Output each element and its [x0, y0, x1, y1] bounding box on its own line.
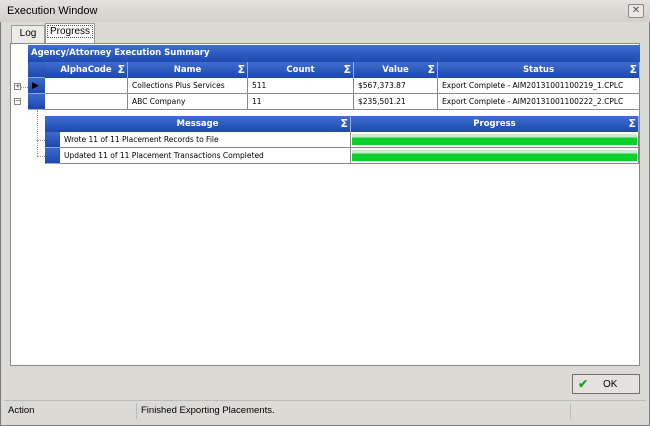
sigma-icon[interactable]: Σ — [237, 62, 245, 78]
table-cell-alphacode[interactable] — [45, 78, 128, 94]
table-cell-value[interactable]: $235,501.21 — [354, 94, 438, 110]
column-header-status[interactable]: Status Σ — [438, 62, 640, 78]
status-bar: Action Finished Exporting Placements. — [4, 400, 646, 420]
header-label: Value — [382, 65, 409, 75]
collapse-icon[interactable]: − — [14, 98, 21, 105]
status-divider — [136, 403, 137, 419]
table-cell-count[interactable]: 511 — [248, 78, 354, 94]
table-cell-message[interactable]: Updated 11 of 11 Placement Transactions … — [60, 148, 351, 164]
tab-label: Progress — [46, 25, 93, 38]
sigma-icon[interactable]: Σ — [427, 62, 435, 78]
sigma-icon[interactable]: Σ — [629, 62, 637, 78]
column-header-progress[interactable]: Progress Σ — [351, 116, 639, 132]
status-label: Action — [8, 405, 35, 416]
progress-bar — [351, 148, 639, 164]
table-cell-name[interactable]: Collections Plus Services — [128, 78, 248, 94]
tree-connector — [37, 140, 45, 141]
window-title: Execution Window — [7, 5, 98, 17]
progress-fill — [352, 134, 637, 145]
status-message: Finished Exporting Placements. — [141, 405, 275, 416]
table-cell-status[interactable]: Export Complete - AIM20131001100219_1.CP… — [438, 78, 640, 94]
table-cell-status[interactable]: Export Complete - AIM20131001100222_2.CP… — [438, 94, 640, 110]
tree-connector — [37, 156, 45, 157]
table-cell-alphacode[interactable] — [45, 94, 128, 110]
table-cell-value[interactable]: $567,373.87 — [354, 78, 438, 94]
header-label: AlphaCode — [60, 65, 112, 75]
sigma-icon[interactable]: Σ — [340, 116, 348, 132]
row-selector[interactable] — [45, 132, 60, 148]
header-label: Message — [176, 119, 219, 129]
sigma-icon[interactable]: Σ — [117, 62, 125, 78]
tab-label: Log — [19, 28, 37, 39]
progress-bar — [351, 132, 639, 148]
tree-connector — [21, 87, 28, 88]
table-cell-count[interactable]: 11 — [248, 94, 354, 110]
tree-connector — [37, 110, 38, 156]
status-divider — [570, 403, 571, 419]
column-header-count[interactable]: Count Σ — [248, 62, 354, 78]
expand-icon[interactable]: + — [14, 83, 21, 90]
table-cell-message[interactable]: Wrote 11 of 11 Placement Records to File — [60, 132, 351, 148]
header-label: Name — [173, 65, 202, 75]
column-header-message[interactable]: Message Σ — [45, 116, 351, 132]
close-icon[interactable]: ✕ — [628, 4, 644, 18]
tab-progress[interactable]: Progress — [45, 23, 95, 43]
column-header-value[interactable]: Value Σ — [354, 62, 438, 78]
current-row-indicator-icon[interactable]: ▶ — [28, 78, 45, 94]
header-label: Count — [286, 65, 315, 75]
tab-log[interactable]: Log — [11, 25, 45, 43]
ok-button[interactable]: ✔ OK — [572, 374, 640, 394]
header-label: Status — [522, 65, 555, 75]
progress-fill — [352, 150, 637, 161]
table-cell-name[interactable]: ABC Company — [128, 94, 248, 110]
row-selector[interactable] — [28, 94, 45, 110]
sigma-icon[interactable]: Σ — [628, 116, 636, 132]
grid-caption: Agency/Attorney Execution Summary — [28, 45, 640, 62]
sigma-icon[interactable]: Σ — [343, 62, 351, 78]
column-header-name[interactable]: Name Σ — [128, 62, 248, 78]
column-header-alphacode[interactable]: AlphaCode Σ — [45, 62, 128, 78]
row-selector-header — [28, 62, 45, 78]
row-selector[interactable] — [45, 148, 60, 164]
title-bar: Execution Window — [0, 0, 650, 22]
header-label: Progress — [473, 119, 516, 129]
checkmark-icon: ✔ — [578, 377, 589, 391]
ok-label: OK — [603, 379, 618, 390]
